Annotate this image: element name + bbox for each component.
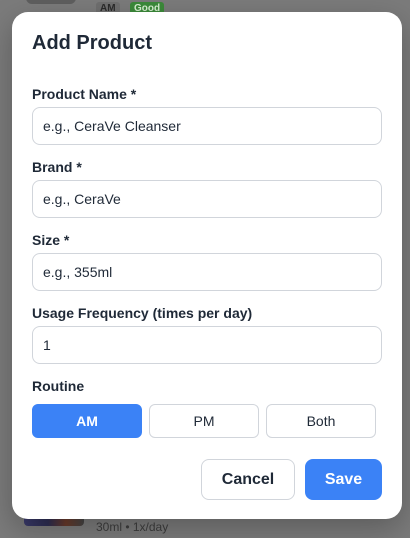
brand-input[interactable] — [32, 180, 382, 218]
routine-label: Routine — [32, 378, 85, 394]
modal-title: Add Product — [32, 32, 152, 54]
add-product-modal: Add Product Product Name * Brand * Size … — [12, 12, 402, 519]
product-name-label: Product Name * — [32, 86, 137, 102]
size-label: Size * — [32, 232, 70, 248]
cancel-button[interactable]: Cancel — [201, 459, 295, 500]
routine-am-button[interactable]: AM — [32, 404, 142, 438]
routine-both-button[interactable]: Both — [266, 404, 376, 438]
brand-label: Brand * — [32, 159, 82, 175]
usage-frequency-label: Usage Frequency (times per day) — [32, 305, 253, 321]
usage-frequency-input[interactable] — [32, 326, 382, 364]
size-input[interactable] — [32, 253, 382, 291]
product-name-input[interactable] — [32, 107, 382, 145]
routine-pm-button[interactable]: PM — [149, 404, 259, 438]
save-button[interactable]: Save — [305, 459, 382, 500]
